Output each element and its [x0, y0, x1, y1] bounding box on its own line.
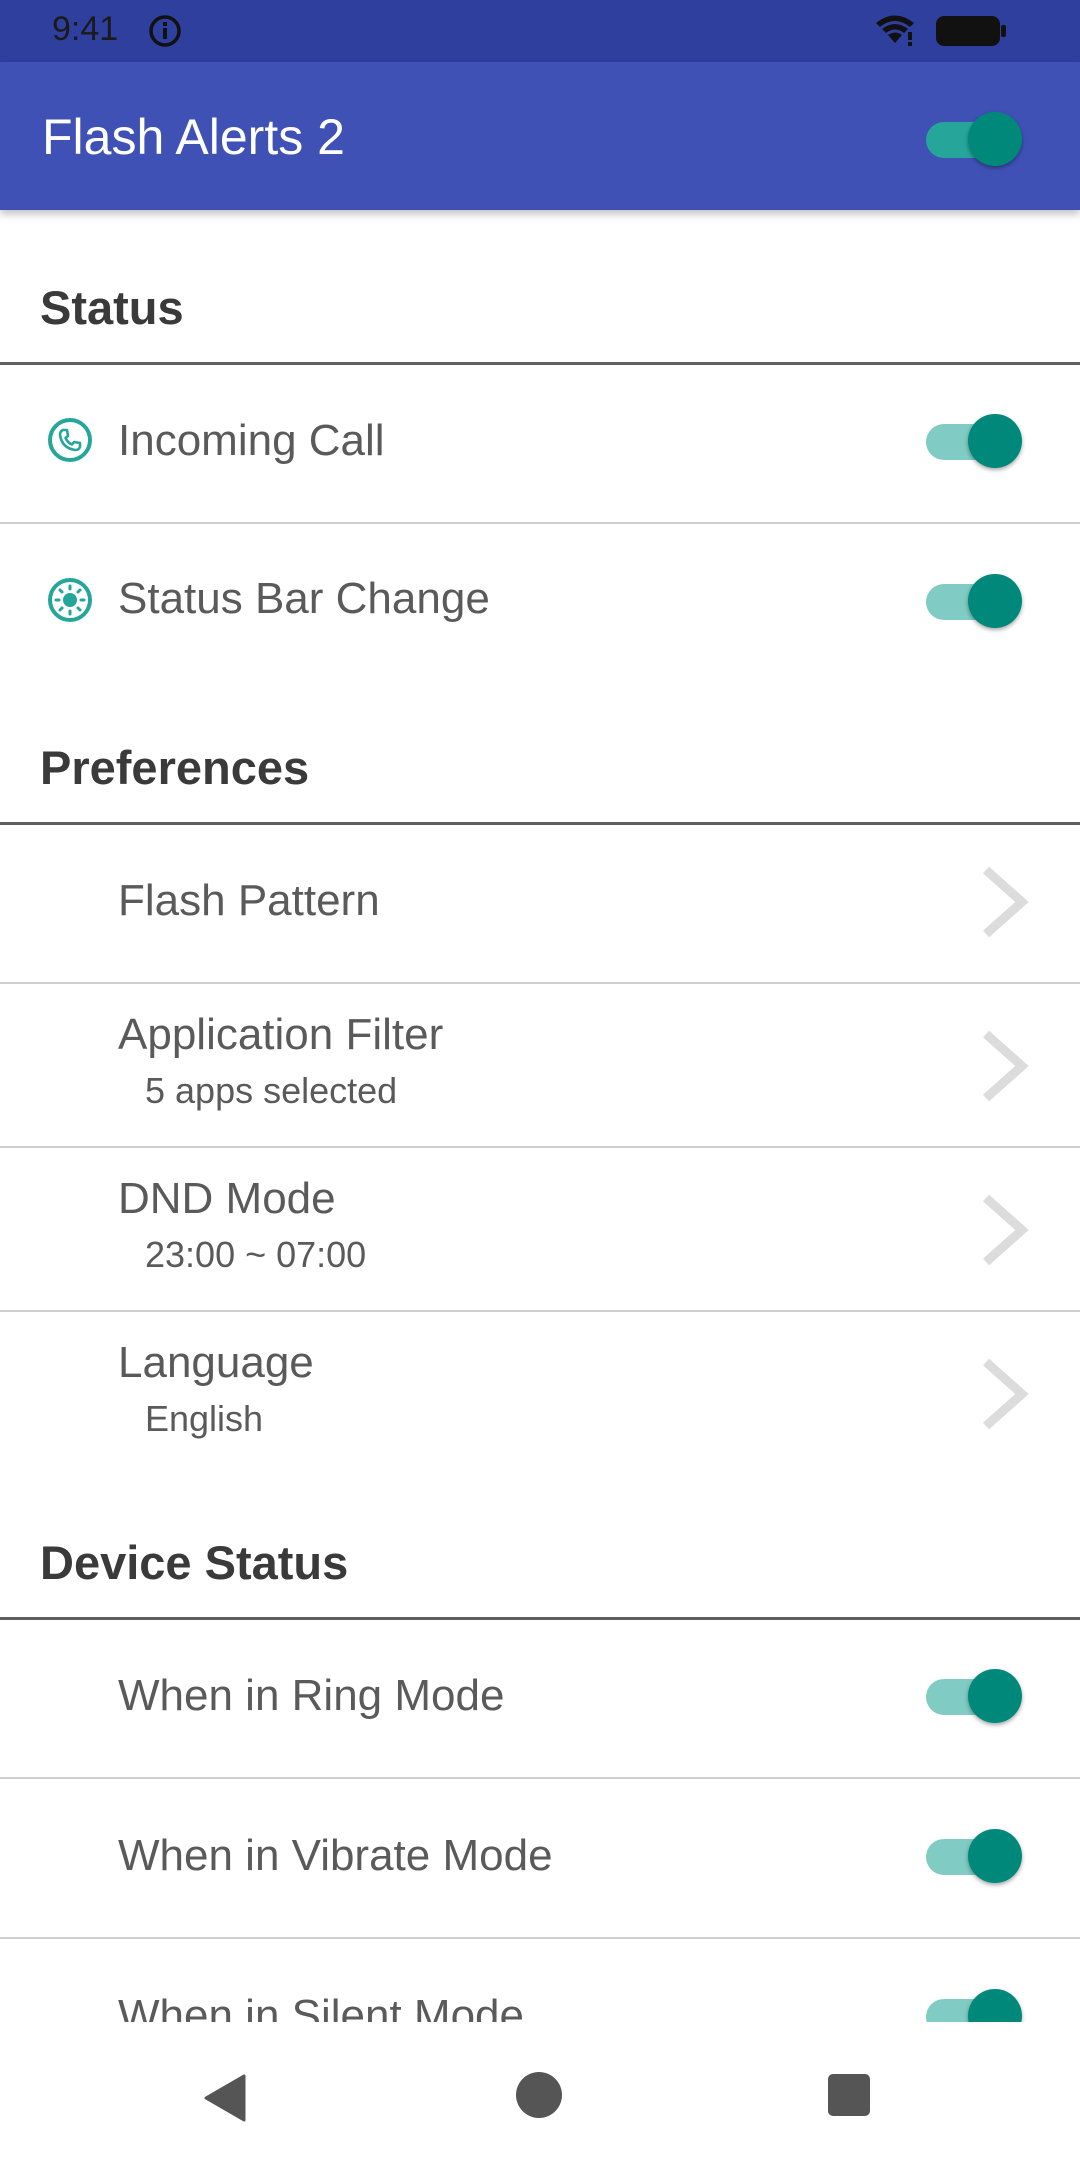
row-incoming-call[interactable]: Incoming Call: [0, 364, 1080, 520]
section-header-preferences: Preferences: [40, 741, 310, 794]
row-language[interactable]: Language English: [0, 1312, 1080, 1474]
notification-gear-icon: [46, 576, 94, 629]
switch-thumb: [968, 1829, 1022, 1883]
settings-list[interactable]: Status Incoming Call Status Bar Change P…: [0, 210, 1080, 2022]
section-header-status: Status: [40, 281, 184, 334]
status-bar-change-toggle-switch[interactable]: [926, 568, 1022, 628]
row-ring-mode[interactable]: When in Ring Mode: [0, 1619, 1080, 1775]
row-label: DND Mode: [118, 1174, 336, 1223]
vibrate-mode-toggle-switch[interactable]: [926, 1823, 1022, 1883]
chevron-right-icon: [978, 1192, 1030, 1273]
switch-thumb: [968, 1669, 1022, 1723]
row-flash-pattern[interactable]: Flash Pattern: [0, 824, 1080, 980]
switch-thumb: [968, 1989, 1022, 2022]
recents-icon[interactable]: [828, 2074, 870, 2116]
row-vibrate-mode[interactable]: When in Vibrate Mode: [0, 1779, 1080, 1935]
wifi-icon: [874, 12, 916, 51]
silent-mode-toggle-switch[interactable]: [926, 1983, 1022, 2022]
incoming-call-toggle-switch[interactable]: [926, 408, 1022, 468]
row-label: Flash Pattern: [118, 876, 380, 925]
row-silent-mode[interactable]: When in Silent Mode: [0, 1939, 1080, 2022]
row-label: When in Ring Mode: [118, 1671, 505, 1720]
row-application-filter[interactable]: Application Filter 5 apps selected: [0, 984, 1080, 1146]
section-header-device-status: Device Status: [40, 1536, 349, 1589]
battery-icon: [934, 14, 1008, 53]
row-label: Status Bar Change: [118, 574, 490, 623]
chevron-right-icon: [978, 1028, 1030, 1109]
row-dnd-mode[interactable]: DND Mode 23:00 ~ 07:00: [0, 1148, 1080, 1310]
row-sublabel: 23:00 ~ 07:00: [145, 1234, 367, 1275]
row-label: When in Vibrate Mode: [118, 1831, 553, 1880]
ring-mode-toggle-switch[interactable]: [926, 1663, 1022, 1723]
home-icon[interactable]: [516, 2072, 562, 2118]
info-icon: [148, 14, 182, 53]
row-sublabel: English: [145, 1398, 264, 1439]
status-bar: 9:41: [0, 0, 1080, 62]
row-label: Language: [118, 1338, 314, 1387]
switch-thumb: [968, 574, 1022, 628]
master-toggle-switch[interactable]: [926, 106, 1022, 166]
chevron-right-icon: [978, 1356, 1030, 1437]
row-sublabel: 5 apps selected: [145, 1070, 398, 1111]
row-label: When in Silent Mode: [118, 1991, 524, 2022]
row-label: Application Filter: [118, 1010, 444, 1059]
navigation-bar: [0, 2022, 1080, 2160]
status-time: 9:41: [52, 10, 119, 48]
row-status-bar-change[interactable]: Status Bar Change: [0, 524, 1080, 680]
switch-thumb: [968, 112, 1022, 166]
row-label: Incoming Call: [118, 416, 385, 465]
switch-thumb: [968, 414, 1022, 468]
chevron-right-icon: [978, 864, 1030, 945]
back-icon[interactable]: [204, 2074, 246, 2127]
phone-icon: [46, 416, 94, 469]
app-bar: Flash Alerts 2: [0, 62, 1080, 210]
app-title: Flash Alerts 2: [42, 109, 345, 165]
